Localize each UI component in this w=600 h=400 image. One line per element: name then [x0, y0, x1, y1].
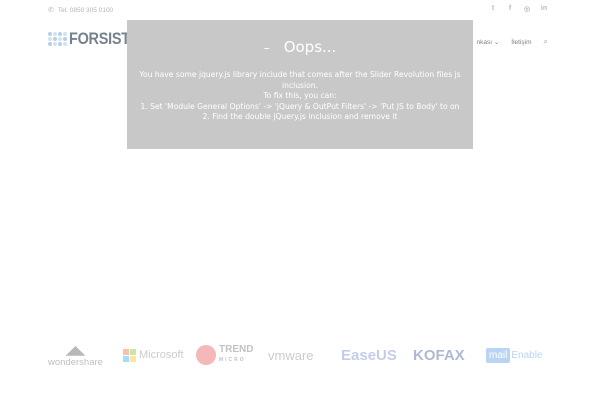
dialog-line: 1. Set 'Module General Options' -> 'jQue…	[140, 101, 460, 111]
dialog-line: To fix this, you can:	[263, 91, 337, 100]
dialog-line: 2. Find the double jQuery.js inclusion a…	[202, 112, 398, 121]
dialog-title: – Oops...	[263, 38, 337, 56]
error-dialog: – Oops... You have some jquery.js library…	[127, 20, 473, 149]
dialog-line: inclusion.	[282, 80, 318, 90]
dialog-message: You have some jquery.js library include …	[137, 70, 463, 123]
dialog-line: You have some jquery.js library include …	[139, 70, 461, 79]
